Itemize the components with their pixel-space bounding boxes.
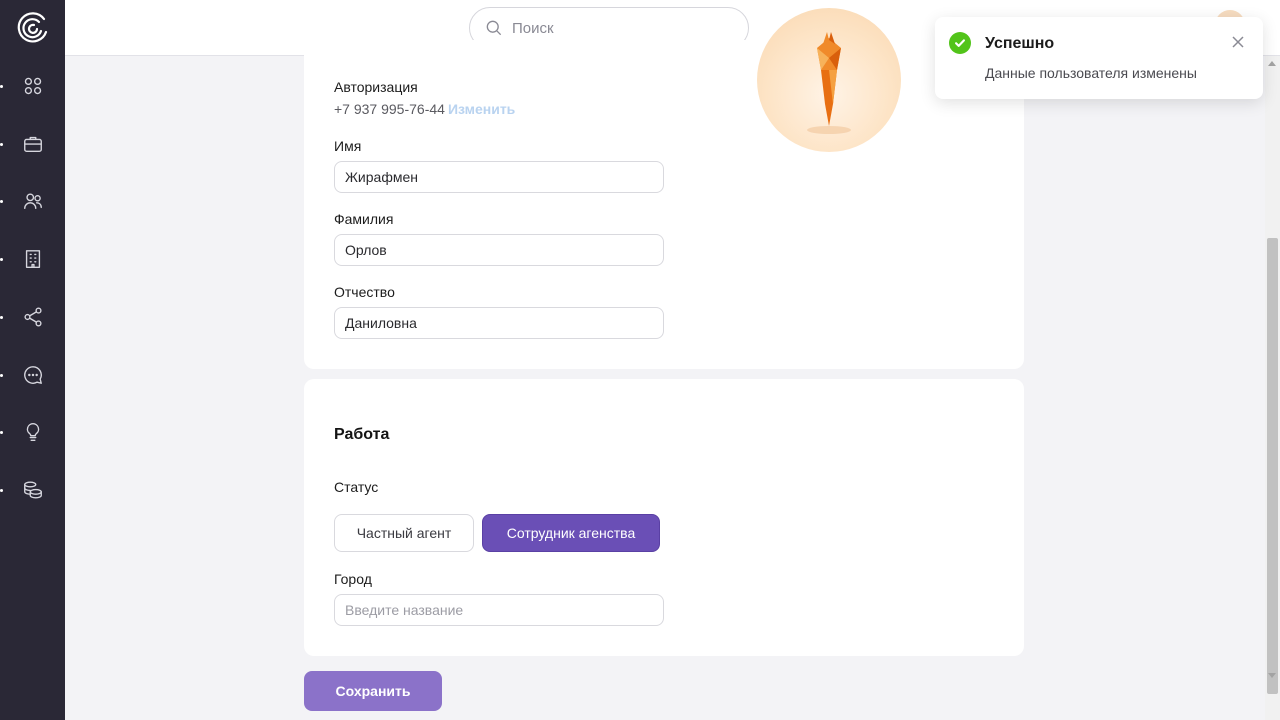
coins-icon	[24, 481, 42, 499]
status-private-agent-button[interactable]: Частный агент	[334, 514, 474, 552]
last-name-field[interactable]	[334, 234, 664, 266]
lightbulb-icon	[26, 423, 40, 441]
sidebar-item-finance[interactable]	[0, 477, 46, 503]
work-section-title: Работа	[334, 426, 390, 443]
sidebar-item-share[interactable]	[0, 304, 46, 330]
users-icon	[24, 193, 42, 210]
scroll-up-arrow[interactable]	[1268, 61, 1276, 66]
check-circle-icon	[949, 32, 971, 54]
building-icon	[25, 250, 41, 268]
app-logo[interactable]	[16, 10, 50, 44]
toast-title: Успешно	[985, 35, 1055, 52]
status-agency-employee-button[interactable]: Сотрудник агенства	[482, 514, 660, 552]
close-icon[interactable]	[1231, 35, 1245, 49]
dashboard-icon	[24, 77, 42, 95]
first-name-field[interactable]	[334, 161, 664, 193]
last-name-label: Фамилия	[334, 211, 394, 227]
sidebar	[0, 0, 65, 720]
success-toast: Успешно Данные пользователя изменены	[935, 17, 1263, 99]
sidebar-item-agencies[interactable]	[0, 246, 46, 272]
search-input[interactable]	[512, 19, 732, 37]
page-scrollbar[interactable]	[1265, 56, 1280, 720]
change-phone-link[interactable]: Изменить	[448, 101, 515, 117]
sidebar-item-ideas[interactable]	[0, 419, 46, 445]
status-label: Статус	[334, 479, 379, 495]
scroll-down-arrow[interactable]	[1268, 673, 1276, 678]
patronymic-field[interactable]	[334, 307, 664, 339]
sidebar-item-objects[interactable]	[0, 131, 46, 157]
auth-label: Авторизация	[334, 79, 418, 95]
sidebar-item-dashboard[interactable]	[0, 73, 46, 99]
save-button[interactable]: Сохранить	[304, 671, 442, 711]
phone-number: +7 937 995-76-44	[334, 101, 445, 117]
chat-icon	[24, 366, 42, 384]
scroll-thumb[interactable]	[1267, 238, 1278, 694]
phone-row: +7 937 995-76-44 Изменить	[334, 101, 515, 117]
sidebar-item-chat[interactable]	[0, 362, 46, 388]
sidebar-item-clients[interactable]	[0, 188, 46, 214]
first-name-label: Имя	[334, 138, 362, 154]
briefcase-icon	[24, 136, 42, 153]
city-field[interactable]	[334, 594, 664, 626]
toast-message: Данные пользователя изменены	[985, 65, 1197, 81]
city-label: Город	[334, 571, 372, 587]
share-icon	[24, 307, 42, 327]
profile-avatar[interactable]	[757, 8, 901, 152]
search-icon	[486, 20, 502, 36]
patronymic-label: Отчество	[334, 284, 395, 300]
